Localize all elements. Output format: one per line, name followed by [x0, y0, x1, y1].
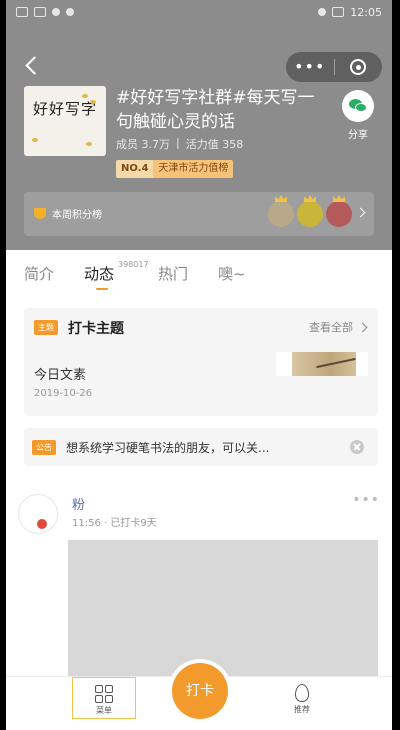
- share-label: 分享: [348, 130, 368, 141]
- sim-icon: [16, 7, 28, 17]
- checkin-title: 打卡主题: [68, 321, 124, 337]
- feed-content: 主题 打卡主题 查看全部 今日文素 2019-10-26 公告 想系统学习硬笔书…: [6, 296, 392, 676]
- crown-icon: [275, 195, 287, 202]
- announcement-text: 想系统学习硬笔书法的朋友，可以关...: [66, 441, 270, 455]
- post-image[interactable]: [68, 540, 378, 676]
- daily-topic-thumbnail[interactable]: [276, 352, 368, 376]
- announcement-tag: 公告: [32, 440, 56, 455]
- post-author[interactable]: 粉: [72, 494, 85, 513]
- nav-row: •••: [6, 52, 392, 84]
- post-meta: 11:56 · 已打卡9天: [72, 518, 157, 529]
- bottom-bar: 菜单 打卡 推荐: [6, 663, 392, 730]
- close-miniapp-button[interactable]: [335, 52, 383, 82]
- chevron-right-icon: [357, 322, 368, 332]
- rank-number: NO.4: [116, 160, 154, 178]
- menu-label: 菜单: [96, 706, 112, 715]
- chevron-right-icon: [355, 207, 366, 218]
- battery-icon: [332, 7, 345, 17]
- leaf-decoration: [86, 142, 92, 146]
- leaf-decoration: [32, 138, 38, 142]
- activity-value: 活力值 358: [185, 138, 244, 151]
- flame-icon: [295, 684, 309, 702]
- grid-icon: [95, 685, 113, 703]
- app-notification-icon: [66, 8, 74, 16]
- more-options-icon[interactable]: •••: [286, 52, 334, 82]
- wifi-icon: [34, 7, 46, 17]
- trophy-icon: [34, 208, 46, 219]
- member-count: 成员 3.7万: [116, 138, 170, 151]
- menu-button[interactable]: 菜单: [72, 677, 136, 719]
- avatar: [297, 195, 323, 227]
- recommend-label: 推荐: [294, 705, 310, 714]
- share-button[interactable]: 分享: [338, 90, 378, 141]
- wechat-icon: [342, 90, 374, 122]
- announcement-bar[interactable]: 公告 想系统学习硬笔书法的朋友，可以关...: [24, 428, 378, 466]
- tab-extra[interactable]: 噢~: [218, 263, 246, 284]
- group-header: 12:05 ••• 好好写字 #好好写字社群#每天写一句触碰心灵的话 成员 3.…: [6, 0, 392, 250]
- theme-tag: 主题: [34, 320, 58, 335]
- post-more-icon[interactable]: •••: [352, 492, 380, 508]
- rank-badge[interactable]: NO.4 天津市活力值榜: [116, 160, 234, 178]
- checkin-theme-card[interactable]: 主题 打卡主题 查看全部 今日文素 2019-10-26: [24, 308, 378, 416]
- see-all-link[interactable]: 查看全部: [309, 319, 368, 335]
- tab-feed[interactable]: 动态 398017: [84, 260, 149, 290]
- notification-icon: [52, 8, 60, 16]
- target-icon: [350, 59, 367, 75]
- daily-topic-title: 今日文素: [34, 368, 87, 383]
- tab-bar: 简介 动态 398017 热门 噢~: [6, 250, 392, 296]
- close-icon[interactable]: [350, 440, 364, 454]
- group-title: #好好写字社群#每天写一句触碰心灵的话: [116, 88, 315, 132]
- crown-icon: [333, 195, 345, 202]
- weekly-points-ranking[interactable]: 本周积分榜: [24, 192, 374, 236]
- leaf-decoration: [90, 100, 96, 104]
- crown-icon: [304, 195, 316, 202]
- recommend-button[interactable]: 推荐: [278, 677, 326, 719]
- user-badge-icon: [36, 518, 48, 530]
- group-stats: 成员 3.7万 | 活力值 358: [116, 136, 244, 151]
- app-screen: 12:05 ••• 好好写字 #好好写字社群#每天写一句触碰心灵的话 成员 3.…: [6, 0, 392, 730]
- rank-text: 天津市活力值榜: [153, 160, 234, 178]
- tab-hot[interactable]: 热门: [158, 263, 188, 284]
- back-icon[interactable]: [22, 54, 46, 78]
- tab-intro[interactable]: 简介: [24, 263, 54, 284]
- daily-topic-date: 2019-10-26: [34, 388, 93, 399]
- avatar: [326, 195, 352, 227]
- vibrate-icon: [318, 8, 327, 16]
- feed-count: 398017: [118, 259, 149, 269]
- status-bar: 12:05: [6, 0, 392, 24]
- leaf-decoration: [82, 94, 88, 98]
- group-cover-image[interactable]: 好好写字: [24, 86, 106, 156]
- miniapp-capsule: •••: [286, 52, 382, 82]
- status-time: 12:05: [350, 5, 382, 19]
- top-members: [268, 195, 352, 227]
- points-label: 本周积分榜: [52, 210, 102, 221]
- checkin-button[interactable]: 打卡: [172, 663, 228, 719]
- avatar: [268, 195, 294, 227]
